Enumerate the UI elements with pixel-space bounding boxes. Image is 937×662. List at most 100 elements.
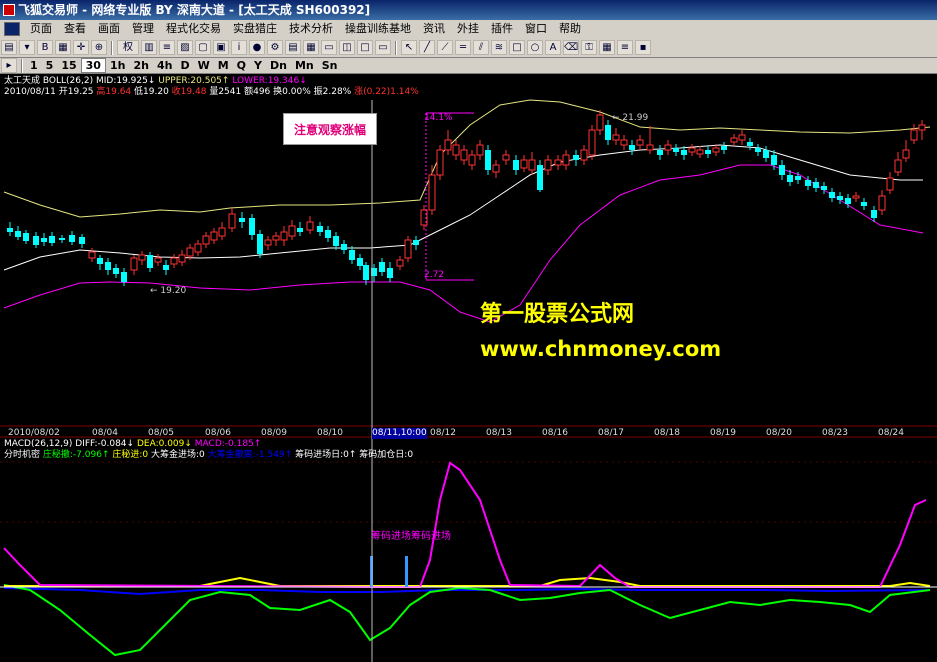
window-icon[interactable]: ▢	[195, 40, 211, 55]
open-icon[interactable]: ▤	[1, 40, 17, 55]
menu-window[interactable]: 窗口	[519, 20, 553, 38]
lock-icon[interactable]: ⚿	[581, 40, 597, 55]
period-year[interactable]: Y	[250, 59, 266, 72]
quote-turnover: 换0.00%	[273, 87, 311, 97]
menu-view[interactable]: 查看	[58, 20, 92, 38]
color-icon[interactable]: ▦	[599, 40, 615, 55]
ray-tool-icon[interactable]: ⟋	[437, 40, 453, 55]
save-icon[interactable]: ▪	[635, 40, 651, 55]
ellipse-tool-icon[interactable]: ○	[527, 40, 543, 55]
book-icon[interactable]: ▣	[213, 40, 229, 55]
menu-help[interactable]: 帮助	[553, 20, 587, 38]
candle-body-down	[861, 202, 867, 206]
boll-info-line: 太工天成 BOLL(26,2) MID:19.925↓ UPPER:20.505…	[4, 76, 307, 86]
crosshair-icon[interactable]: ✛	[73, 40, 89, 55]
stats-icon[interactable]: ▨	[177, 40, 193, 55]
menu-news[interactable]: 资讯	[417, 20, 451, 38]
menu-hunt[interactable]: 实盘猎庄	[227, 20, 283, 38]
layout-icon[interactable]: ▤	[285, 40, 301, 55]
grid-icon[interactable]: ▦	[55, 40, 71, 55]
candle-body-up	[502, 154, 510, 161]
alarm-icon[interactable]: ●	[249, 40, 265, 55]
candle-body-down	[147, 255, 153, 268]
chip-annotation: 筹码进场筹码进场	[371, 531, 451, 542]
candle-body-up	[580, 149, 588, 161]
menu-screen[interactable]: 画面	[92, 20, 126, 38]
candlesticks	[7, 110, 926, 286]
pointer-icon[interactable]: ↖	[401, 40, 417, 55]
menu-external[interactable]: 外挂	[451, 20, 485, 38]
candle-body-down	[69, 235, 75, 242]
macd-value: MACD:-0.185	[194, 439, 254, 449]
bsd-icon[interactable]: B	[37, 40, 53, 55]
period-30min[interactable]: 30	[80, 58, 106, 73]
candle-body-down	[821, 186, 827, 190]
candle-body-up	[492, 164, 500, 173]
panel-icon[interactable]: ▭	[321, 40, 337, 55]
split-icon[interactable]: ◫	[339, 40, 355, 55]
candle-body-up	[918, 124, 926, 131]
candle-body-up	[646, 144, 654, 151]
period-4h[interactable]: 4h	[153, 59, 177, 72]
table-icon[interactable]: ▦	[303, 40, 319, 55]
x-label: 08/16	[542, 428, 568, 438]
menu-technical-analysis[interactable]: 技术分析	[283, 20, 339, 38]
period-1min[interactable]: 1	[26, 59, 42, 72]
period-n-minutes[interactable]: Mn	[291, 59, 318, 72]
dropdown-icon[interactable]: ▾	[19, 40, 35, 55]
period-5min[interactable]: 5	[42, 59, 58, 72]
candle-body-down	[23, 233, 29, 241]
quote-info-line: 2010/08/11 开19.25 高19.64 低19.20 收19.48 量…	[4, 87, 419, 98]
maximize-icon[interactable]: □	[357, 40, 373, 55]
period-day[interactable]: D	[176, 59, 193, 72]
toolbar-separator	[111, 40, 113, 55]
linestyle-icon[interactable]: ≡	[617, 40, 633, 55]
chart-canvas[interactable]	[0, 74, 937, 662]
macd-diff: DIFF:-0.084	[75, 439, 127, 449]
candle-body-up	[130, 257, 138, 271]
candle-body-down	[121, 272, 127, 282]
tools-icon[interactable]: ⚙	[267, 40, 283, 55]
channel-tool-icon[interactable]: ≋	[491, 40, 507, 55]
menu-manage[interactable]: 管理	[126, 20, 160, 38]
restore-icon[interactable]: ▭	[375, 40, 391, 55]
text-tool-icon[interactable]: A	[545, 40, 561, 55]
period-quarter[interactable]: Q	[233, 59, 250, 72]
eraser-icon[interactable]: ⌫	[563, 40, 579, 55]
candle-body-down	[485, 150, 491, 170]
stock-name: 太工天成	[4, 76, 41, 86]
period-n-days[interactable]: Dn	[266, 59, 291, 72]
quote-change: 涨(0.22)1.14%	[354, 87, 419, 97]
rect-tool-icon[interactable]: □	[509, 40, 525, 55]
list-icon[interactable]: ≡	[159, 40, 175, 55]
x-label: 08/18	[654, 428, 680, 438]
hline-tool-icon[interactable]: ═	[455, 40, 471, 55]
period-month[interactable]: M	[214, 59, 233, 72]
period-1h[interactable]: 1h	[106, 59, 130, 72]
rights-dropdown[interactable]: 权	[117, 40, 139, 55]
menu-program-trading[interactable]: 程式化交易	[160, 20, 227, 38]
fib-tool-icon[interactable]: ⫽	[473, 40, 489, 55]
period-2h[interactable]: 2h	[129, 59, 153, 72]
chart-icon[interactable]: ▥	[141, 40, 157, 55]
menu-plugins[interactable]: 插件	[485, 20, 519, 38]
period-toolbar: ▸ 1 5 15 30 1h 2h 4h D W M Q Y Dn Mn Sn	[0, 58, 937, 74]
macd-title: MACD(26,12,9)	[4, 439, 73, 449]
period-n-seconds[interactable]: Sn	[318, 59, 342, 72]
period-week[interactable]: W	[194, 59, 214, 72]
chip-add-day-value: 筹码加仓日:0	[359, 450, 414, 460]
candle-body-down	[673, 148, 679, 152]
system-menu-icon[interactable]	[4, 22, 20, 36]
menu-page[interactable]: 页面	[24, 20, 58, 38]
candle-body-down	[779, 165, 785, 175]
x-label: 08/23	[822, 428, 848, 438]
period-15min[interactable]: 15	[57, 59, 80, 72]
candle-body-down	[7, 228, 13, 232]
period-list-icon[interactable]: ▸	[1, 58, 17, 73]
x-label: 08/04	[92, 428, 118, 438]
menu-training[interactable]: 操盘训练基地	[339, 20, 417, 38]
candle-body-up	[894, 159, 902, 173]
info-icon[interactable]: i	[231, 40, 247, 55]
line-tool-icon[interactable]: ╱	[419, 40, 435, 55]
zoom-icon[interactable]: ⊕	[91, 40, 107, 55]
